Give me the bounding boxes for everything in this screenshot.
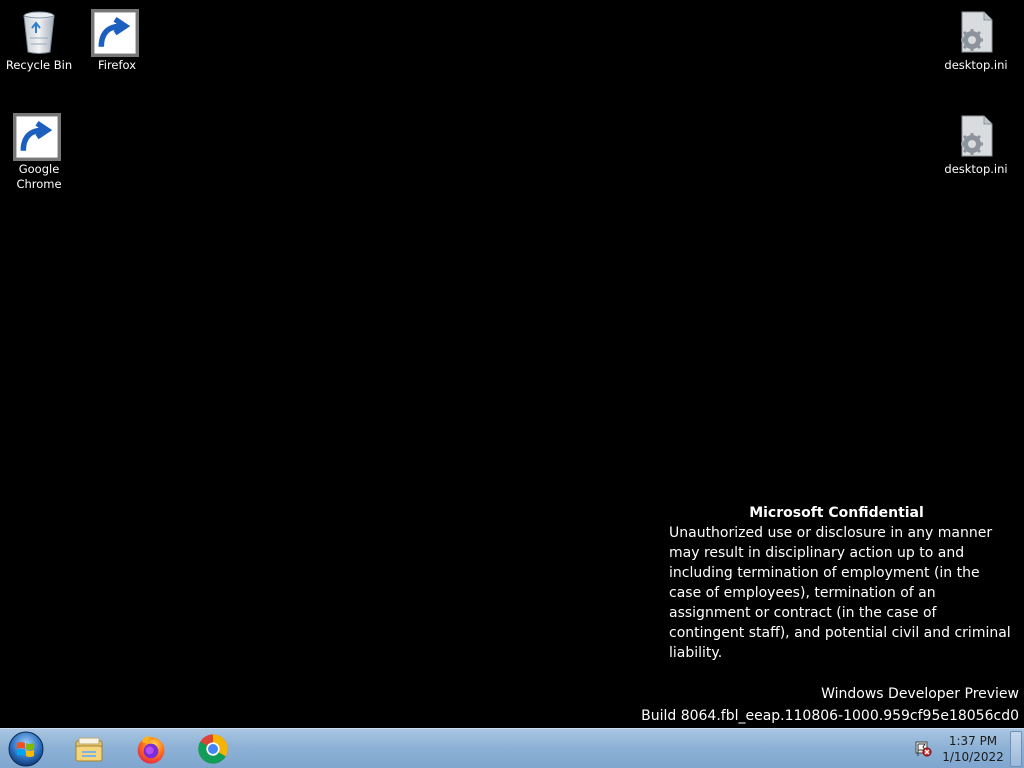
desktop-icon-firefox[interactable]: Firefox xyxy=(79,2,155,73)
desktop-icon-google-chrome[interactable]: Google Chrome xyxy=(1,106,77,192)
watermark-product: Windows Developer Preview xyxy=(821,686,1019,702)
desktop-icon-label: desktop.ini xyxy=(944,58,1008,72)
settings-file-icon xyxy=(952,112,1000,160)
clock-date: 1/10/2022 xyxy=(942,750,1004,764)
taskbar: 1:37 PM 1/10/2022 xyxy=(0,728,1024,768)
clock-time: 1:37 PM xyxy=(948,734,998,748)
desktop: Recycle Bin Firefox Google Chrome deskto… xyxy=(0,0,1024,728)
firefox-icon xyxy=(91,8,141,57)
shortcut-arrow-icon xyxy=(13,113,61,161)
desktop-icon-desktop-ini[interactable]: desktop.ini xyxy=(938,2,1014,73)
show-desktop-button[interactable] xyxy=(1010,731,1022,767)
taskbar-chrome-button[interactable] xyxy=(187,731,239,767)
desktop-icon-label: desktop.ini xyxy=(944,162,1008,176)
desktop-icon-label: Google Chrome xyxy=(16,162,62,191)
windows-start-orb-icon xyxy=(8,731,44,767)
taskbar-firefox-button[interactable] xyxy=(125,731,177,767)
desktop-icon-label: Firefox xyxy=(97,58,137,72)
shortcut-arrow-icon xyxy=(91,9,139,57)
taskbar-explorer-button[interactable] xyxy=(63,731,115,767)
build-watermark: Windows Developer Preview Build 8064.fbl… xyxy=(641,683,1019,727)
start-button[interactable] xyxy=(4,730,48,768)
chrome-icon xyxy=(198,734,228,764)
notice-body: Unauthorized use or disclosure in any ma… xyxy=(669,525,1011,661)
action-center-flag-icon[interactable] xyxy=(914,739,932,757)
recycle-bin-icon xyxy=(15,8,63,56)
chrome-icon xyxy=(13,112,63,161)
confidential-notice: Microsoft Confidential Unauthorized use … xyxy=(669,503,1014,663)
desktop-icon-desktop-ini[interactable]: desktop.ini xyxy=(938,106,1014,177)
firefox-icon xyxy=(137,736,165,764)
system-clock[interactable]: 1:37 PM 1/10/2022 xyxy=(938,733,1008,765)
watermark-build: Build 8064.fbl_eeap.110806-1000.959cf95e… xyxy=(641,708,1019,724)
desktop-icon-recycle-bin[interactable]: Recycle Bin xyxy=(1,2,77,73)
settings-file-icon xyxy=(952,8,1000,56)
file-explorer-icon xyxy=(75,737,103,762)
notice-title: Microsoft Confidential xyxy=(749,505,924,521)
desktop-icon-label: Recycle Bin xyxy=(5,58,73,72)
